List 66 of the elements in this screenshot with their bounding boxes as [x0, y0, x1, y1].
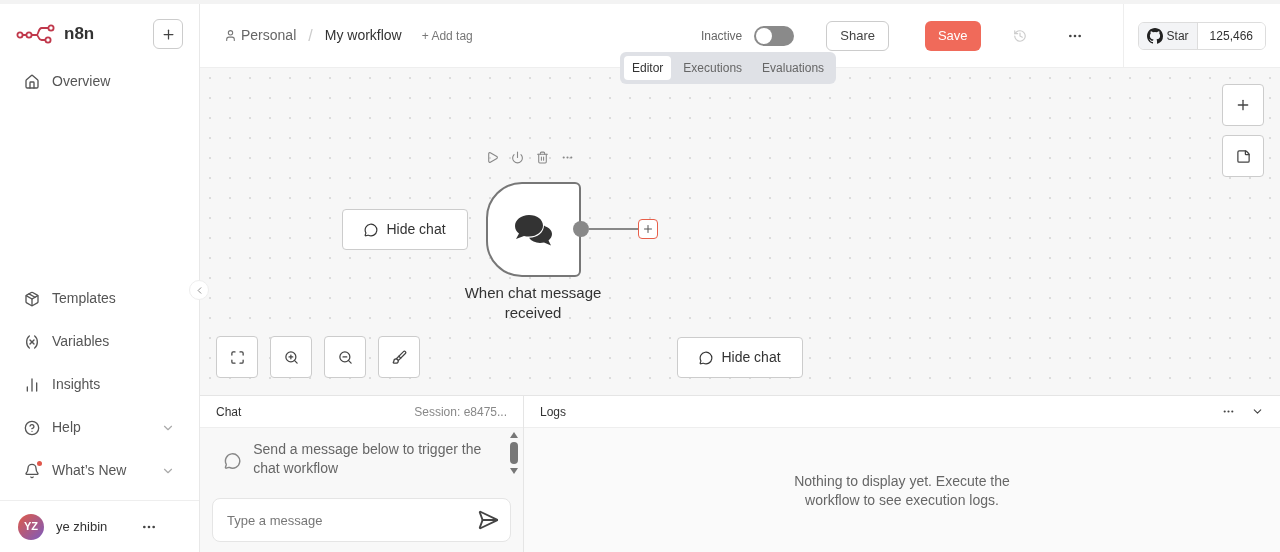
- user-avatar[interactable]: YZ: [18, 513, 44, 540]
- zoom-in-button[interactable]: [270, 336, 312, 378]
- zoom-out-button[interactable]: [324, 336, 366, 378]
- empty-chat-message: Send a message below to trigger the chat workflow: [253, 440, 483, 478]
- view-tab[interactable]: Editor: [624, 56, 672, 80]
- session-id: Session: e8475...: [414, 403, 507, 421]
- send-icon[interactable]: [477, 509, 499, 531]
- hide-chat-button[interactable]: Hide chat: [677, 337, 803, 378]
- sidebar-item[interactable]: Help: [52, 417, 149, 438]
- plus-icon: [642, 223, 654, 235]
- view-tab[interactable]: Executions: [675, 56, 751, 80]
- sidebar-item[interactable]: Overview: [52, 71, 175, 92]
- status-label: Inactive: [700, 27, 743, 45]
- brush-icon: [391, 349, 407, 365]
- active-toggle[interactable]: [754, 25, 795, 46]
- chat-icon: [364, 222, 379, 237]
- play-icon[interactable]: [486, 151, 499, 164]
- cube-icon: [24, 290, 40, 307]
- help-icon: [24, 419, 40, 436]
- chat-icon: [699, 350, 714, 365]
- github-star-widget[interactable]: Star 125,466: [1137, 21, 1266, 50]
- sticky-note-button[interactable]: [1222, 135, 1264, 177]
- user-name: ye zhibin: [56, 517, 109, 536]
- view-tab[interactable]: Evaluations: [754, 56, 833, 80]
- add-button[interactable]: [153, 19, 183, 49]
- zoom-out-icon: [337, 349, 353, 365]
- breadcrumb-separator: /: [308, 25, 313, 46]
- sidebar-item[interactable]: Variables: [52, 331, 175, 352]
- add-node-button[interactable]: [1222, 84, 1264, 126]
- github-icon: [1146, 27, 1163, 44]
- sidebar-item[interactable]: What’s New: [52, 460, 149, 481]
- logs-title: Logs: [540, 403, 567, 421]
- github-star-button[interactable]: Star: [1138, 22, 1198, 49]
- variable-icon: [24, 333, 40, 350]
- add-node-button[interactable]: [638, 219, 658, 239]
- bar-chart-icon: [24, 376, 40, 393]
- output-handle[interactable]: [573, 221, 589, 237]
- hide-chat-button[interactable]: Hide chat: [342, 209, 468, 250]
- chat-trigger-node[interactable]: [486, 182, 581, 277]
- power-icon[interactable]: [511, 151, 524, 164]
- logo-text: n8n: [64, 23, 95, 46]
- tidy-up-button[interactable]: [378, 336, 420, 378]
- logo-icon: [16, 24, 56, 44]
- add-tag-link[interactable]: + Add tag: [421, 26, 473, 45]
- bell-icon: [24, 462, 40, 479]
- chat-bubbles-icon: [512, 212, 555, 247]
- expand-icon: [229, 349, 245, 365]
- fit-view-button[interactable]: [216, 336, 258, 378]
- empty-logs-message: Nothing to display yet. Execute the workflow to see execution logs.: [793, 472, 1011, 510]
- zoom-in-icon: [283, 349, 299, 365]
- node-label: When chat message received: [463, 283, 603, 323]
- sidebar-item[interactable]: Insights: [52, 374, 175, 395]
- share-button[interactable]: Share: [826, 20, 889, 51]
- user-icon: [224, 29, 237, 42]
- chat-bubble-icon: [224, 450, 242, 472]
- connector-line: [589, 228, 638, 230]
- sidebar-item[interactable]: Templates: [52, 288, 175, 309]
- chat-title: Chat: [216, 403, 242, 421]
- home-icon: [24, 73, 40, 90]
- note-icon: [1235, 148, 1251, 164]
- message-input[interactable]: Type a message: [212, 498, 511, 542]
- project-link[interactable]: Personal: [241, 25, 297, 46]
- plus-icon: [1235, 97, 1251, 113]
- plus-icon: [160, 26, 176, 42]
- workflow-name[interactable]: My workflow: [324, 25, 402, 46]
- trash-icon[interactable]: [536, 151, 549, 164]
